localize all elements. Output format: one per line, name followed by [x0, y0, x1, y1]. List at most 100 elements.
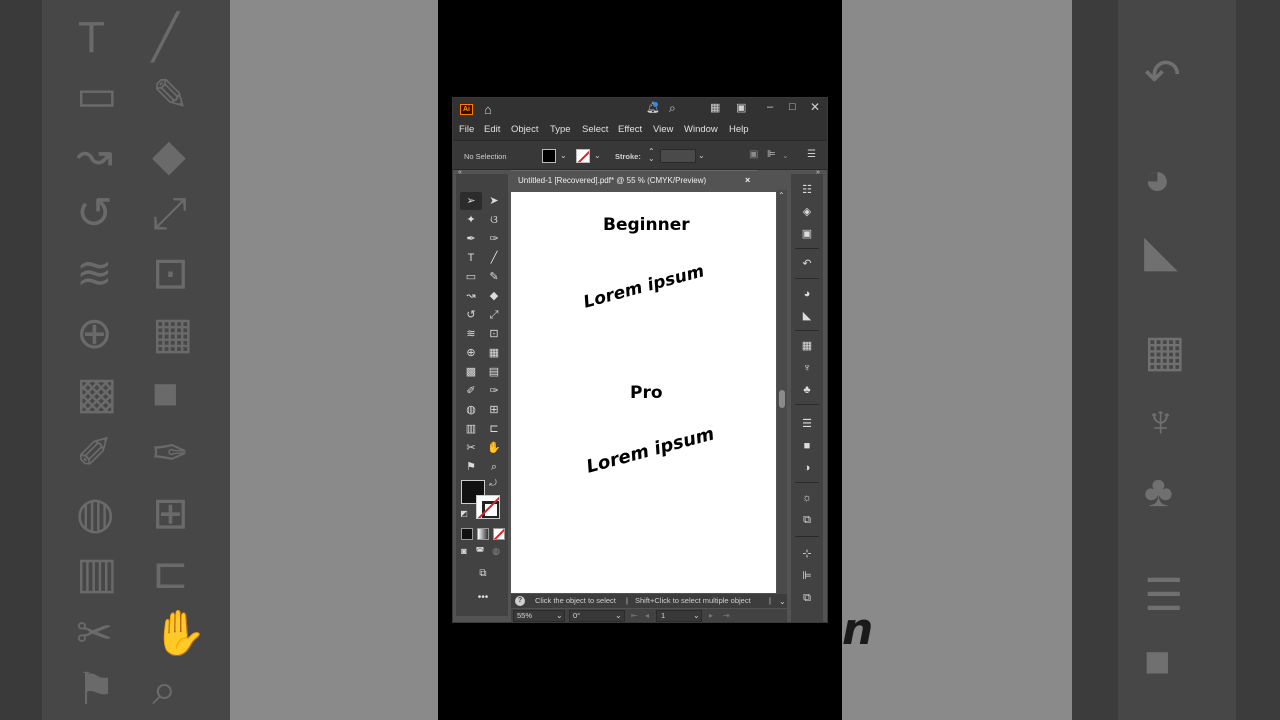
color-mode-icon[interactable]	[461, 528, 473, 540]
color-guide-icon[interactable]: ◣	[799, 308, 815, 324]
menu-view[interactable]: View	[653, 124, 673, 135]
minimize-icon[interactable]: –	[767, 102, 773, 113]
eraser-tool-icon[interactable]: ◆	[483, 287, 505, 305]
swatches-icon[interactable]: ▦	[799, 338, 815, 354]
stroke-icon[interactable]: ☰	[799, 416, 815, 432]
lasso-tool-icon[interactable]: ଓ	[483, 211, 505, 229]
gradient-tool-icon[interactable]: ▤	[483, 363, 505, 381]
slice-tool-icon[interactable]: ✂	[460, 439, 482, 457]
direct-selection-tool-icon[interactable]: ➤	[483, 192, 505, 210]
help-icon[interactable]: ?	[515, 596, 525, 606]
none-mode-icon[interactable]	[493, 528, 505, 540]
home-icon[interactable]: ⌂	[484, 103, 492, 116]
graph-tool-icon[interactable]: ▥	[460, 420, 482, 438]
swap-fill-stroke-icon[interactable]: ⤾	[486, 477, 500, 489]
stroke-stepper-icon[interactable]: ⌃ ⌄	[648, 148, 655, 163]
align-dropdown-icon[interactable]: ⌄	[782, 152, 789, 160]
arrange-documents-icon[interactable]: ▦	[710, 103, 720, 114]
brushes-icon[interactable]: ♆	[799, 360, 815, 376]
menu-object[interactable]: Object	[511, 124, 538, 135]
document-tab[interactable]: Untitled-1 [Recovered].pdf* @ 55 % (CMYK…	[511, 170, 757, 190]
close-document-icon[interactable]: ×	[745, 175, 750, 185]
canvas-area[interactable]: Beginner Lorem ipsum Pro Lorem ipsum	[511, 190, 777, 596]
graphic-styles-icon[interactable]: ⧉	[799, 512, 815, 528]
history-icon[interactable]: ↶	[799, 256, 815, 272]
scroll-up-icon[interactable]: ⌃	[778, 192, 785, 200]
draw-inside-icon[interactable]: ◍	[489, 545, 503, 557]
print-tiling-tool-icon[interactable]: ⚑	[460, 458, 482, 476]
stroke-weight-dropdown-icon[interactable]: ⌄	[698, 152, 705, 160]
draw-behind-icon[interactable]: ◚	[473, 545, 487, 557]
search-icon[interactable]: ⌕	[669, 102, 676, 114]
menu-edit[interactable]: Edit	[484, 124, 500, 135]
text-lorem-ipsum-beginner[interactable]: Lorem ipsum	[581, 261, 706, 312]
perspective-grid-tool-icon[interactable]: ▦	[483, 344, 505, 362]
artboard-tool-icon[interactable]: ⊏	[483, 420, 505, 438]
menu-window[interactable]: Window	[684, 124, 718, 135]
symbol-sprayer-tool-icon[interactable]: ⊞	[483, 401, 505, 419]
menu-help[interactable]: Help	[729, 124, 749, 135]
screen-mode-icon[interactable]: ⧉	[472, 565, 494, 583]
vertical-scrollbar[interactable]: ⌃	[777, 190, 787, 596]
maximize-icon[interactable]: □	[789, 102, 796, 113]
zoom-tool-icon[interactable]: ⌕	[483, 458, 505, 476]
rotation-dropdown-icon[interactable]: ⌄	[615, 612, 622, 620]
artboard[interactable]: Beginner Lorem ipsum Pro Lorem ipsum	[511, 192, 776, 593]
draw-normal-icon[interactable]: ◙	[457, 545, 471, 557]
heading-beginner[interactable]: Beginner	[603, 215, 690, 235]
libraries-icon[interactable]: ▣	[799, 226, 815, 242]
menu-file[interactable]: File	[459, 124, 474, 135]
close-window-icon[interactable]: ✕	[810, 101, 820, 113]
transform-icon[interactable]: ▣	[749, 150, 758, 160]
eyedropper-tool-icon[interactable]: ✐	[460, 382, 482, 400]
scroll-thumb[interactable]	[779, 390, 785, 408]
fill-dropdown-icon[interactable]: ⌄	[560, 152, 567, 160]
curvature-tool-icon[interactable]: ✑	[483, 230, 505, 248]
gradient-icon[interactable]: ■	[799, 438, 815, 454]
menu-select[interactable]: Select	[582, 124, 608, 135]
transparency-icon[interactable]: ◑	[799, 460, 815, 476]
last-artboard-icon[interactable]: ⇥	[723, 612, 730, 620]
scale-tool-icon[interactable]: ⤢	[483, 306, 505, 324]
default-fill-stroke-icon[interactable]: ◩	[458, 508, 470, 520]
symbols-icon[interactable]: ♣	[799, 382, 815, 398]
rotate-tool-icon[interactable]: ↺	[460, 306, 482, 324]
prev-artboard-icon[interactable]: ◂	[645, 612, 649, 620]
properties-icon[interactable]: ☷	[799, 182, 815, 198]
heading-pro[interactable]: Pro	[630, 383, 663, 403]
hand-tool-icon[interactable]: ✋	[483, 439, 505, 457]
color-icon[interactable]: ◕	[799, 286, 815, 302]
stroke-weight-input[interactable]	[660, 149, 696, 163]
pen-tool-icon[interactable]: ✒	[460, 230, 482, 248]
workspace-icon[interactable]: ▣	[736, 103, 746, 114]
fill-swatch[interactable]	[542, 149, 556, 163]
stroke-color-box[interactable]	[476, 495, 500, 519]
blend-tool-icon[interactable]: ◍	[460, 401, 482, 419]
zoom-dropdown-icon[interactable]: ⌄	[556, 612, 563, 620]
scroll-down-icon[interactable]: ⌄	[779, 598, 786, 606]
next-artboard-icon[interactable]: ▸	[709, 612, 713, 620]
transform-panel-icon[interactable]: ⊹	[799, 546, 815, 562]
free-transform-tool-icon[interactable]: ⊡	[483, 325, 505, 343]
mesh-tool-icon[interactable]: ▩	[460, 363, 482, 381]
magic-wand-tool-icon[interactable]: ✦	[460, 211, 482, 229]
gradient-mode-icon[interactable]	[477, 528, 489, 540]
artboard-dropdown-icon[interactable]: ⌄	[693, 612, 700, 620]
selection-tool-icon[interactable]: ➢	[460, 192, 482, 210]
align-icon[interactable]: ⊫	[767, 150, 776, 160]
edit-toolbar-icon[interactable]: •••	[472, 589, 494, 607]
stroke-dropdown-icon[interactable]: ⌄	[594, 152, 601, 160]
shape-builder-tool-icon[interactable]: ⊕	[460, 344, 482, 362]
warp-tool-icon[interactable]: ≋	[460, 325, 482, 343]
shaper-tool-icon[interactable]: ↝	[460, 287, 482, 305]
menu-effect[interactable]: Effect	[618, 124, 642, 135]
menu-type[interactable]: Type	[550, 124, 571, 135]
pathfinder-icon[interactable]: ⧉	[799, 590, 815, 606]
control-menu-icon[interactable]: ☰	[807, 150, 816, 160]
text-lorem-ipsum-pro[interactable]: Lorem ipsum	[584, 423, 716, 477]
stroke-swatch[interactable]	[576, 149, 590, 163]
type-tool-icon[interactable]: T	[460, 249, 482, 267]
appearance-icon[interactable]: ☼	[799, 490, 815, 506]
align-panel-icon[interactable]: ⊫	[799, 568, 815, 584]
first-artboard-icon[interactable]: ⇤	[631, 612, 638, 620]
